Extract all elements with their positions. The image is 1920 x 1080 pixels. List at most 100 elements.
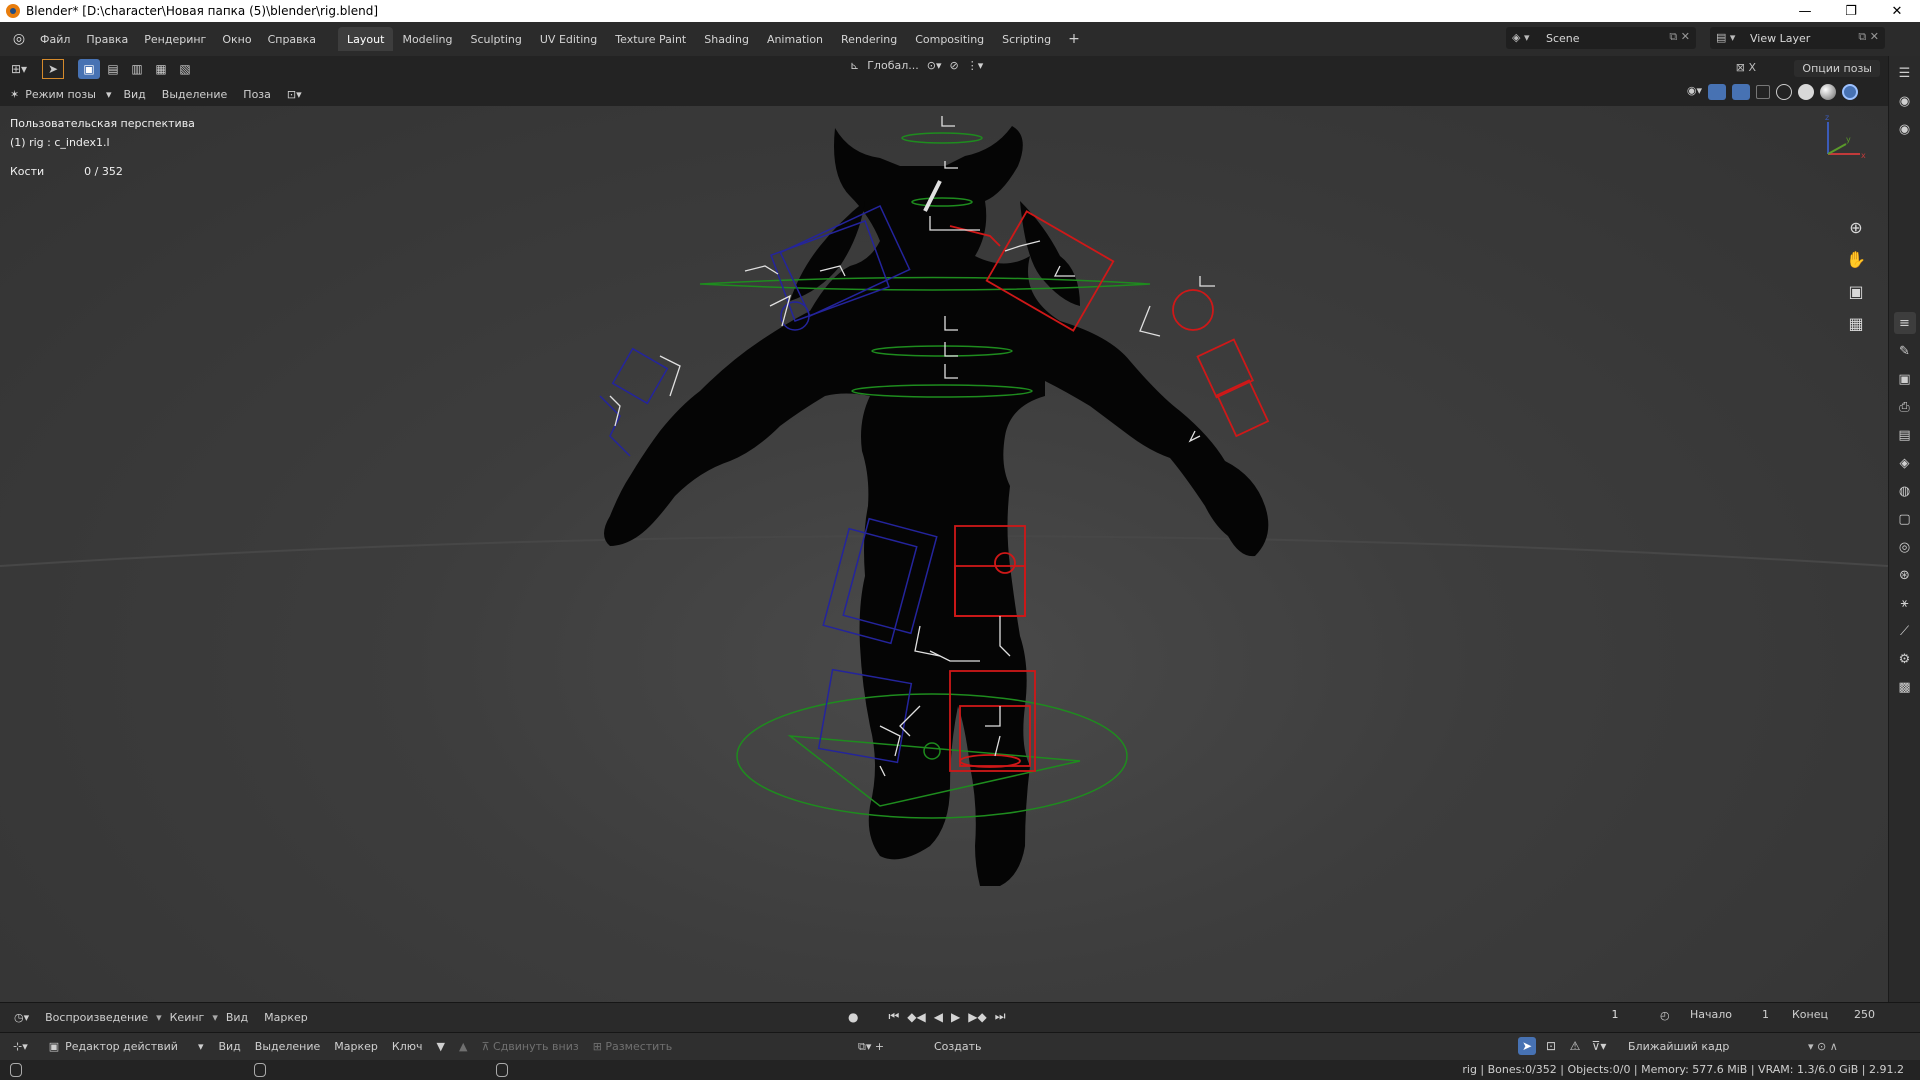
tab-scripting[interactable]: Scripting — [993, 27, 1060, 51]
tab-modeling[interactable]: Modeling — [393, 27, 461, 51]
maximize-button[interactable]: ❐ — [1828, 0, 1874, 22]
snap-icon[interactable]: ⊘ — [945, 59, 962, 72]
menu-help[interactable]: Справка — [260, 28, 324, 50]
play-reverse-icon[interactable]: ◀ — [934, 1010, 943, 1024]
pivot-point-icon[interactable]: ⊙▾ — [923, 59, 946, 72]
gizmo-toggle-icon[interactable] — [1708, 84, 1726, 100]
only-selected-icon[interactable]: ➤ — [1518, 1037, 1536, 1055]
physics-properties-icon[interactable]: ◎ — [1894, 536, 1916, 558]
mirror-x-toggle[interactable]: ⊠ X — [1736, 61, 1756, 74]
properties-header-icon[interactable]: ≡ — [1893, 312, 1916, 334]
ae-marker-menu[interactable]: Маркер — [327, 1040, 385, 1053]
editor-type-icon[interactable]: ⊞▾ — [8, 59, 30, 79]
outliner-filter-icon[interactable]: ☰ — [1894, 62, 1916, 84]
tab-compositing[interactable]: Compositing — [906, 27, 993, 51]
menu-window[interactable]: Окно — [214, 28, 259, 50]
action-type-icon[interactable]: ⧉▾ + — [858, 1040, 884, 1054]
constraints-properties-icon[interactable]: ⊛ — [1894, 564, 1916, 586]
zoom-icon[interactable]: ⊕ — [1844, 216, 1868, 238]
select-mode-invert-icon[interactable]: ▦ — [150, 59, 172, 79]
3d-viewport[interactable]: Пользовательская перспектива (1) rig : c… — [0, 106, 1888, 1002]
tool-properties-icon[interactable]: ✎ — [1894, 340, 1916, 362]
bone-constraints-icon[interactable]: ⚙ — [1894, 648, 1916, 670]
snap-target-icon[interactable]: ⋮▾ — [963, 59, 988, 72]
timeline-marker-menu[interactable]: Маркер — [256, 1011, 316, 1024]
tab-uv-editing[interactable]: UV Editing — [531, 27, 606, 51]
tab-layout[interactable]: Layout — [338, 27, 394, 51]
select-mode-extend-icon[interactable]: ▤ — [102, 59, 124, 79]
camera-icon[interactable]: ▣ — [1844, 280, 1868, 302]
menu-pose[interactable]: Поза — [235, 88, 279, 101]
object-properties-icon[interactable]: ▢ — [1894, 508, 1916, 530]
transform-orientation-dropdown[interactable]: Глобал... — [863, 59, 923, 72]
visibility-icon[interactable]: ◉▾ — [1687, 84, 1702, 100]
ae-select-menu[interactable]: Выделение — [248, 1040, 328, 1053]
output-properties-icon[interactable]: ⎙ — [1894, 396, 1916, 418]
tab-animation[interactable]: Animation — [758, 27, 832, 51]
new-action-button[interactable]: Создать — [934, 1040, 982, 1053]
snap-mode-dropdown[interactable]: Ближайший кадр — [1628, 1040, 1818, 1053]
editor-mode-dropdown[interactable]: ▣ Редактор действий ▾ — [41, 1040, 212, 1053]
scene-selector[interactable]: ◈ ▾ Scene ⧉ ✕ — [1506, 27, 1696, 49]
current-frame-field[interactable]: 1 — [1600, 1008, 1630, 1021]
scene-properties-icon[interactable]: ◈ — [1894, 452, 1916, 474]
xray-toggle-icon[interactable] — [1756, 85, 1770, 99]
navigation-gizmo[interactable]: x y z — [1808, 114, 1868, 174]
keying-menu[interactable]: Кеинг — [162, 1011, 213, 1024]
armature-properties-icon[interactable]: ⚹ — [1894, 592, 1916, 614]
menu-file[interactable]: Файл — [32, 28, 78, 50]
minimize-button[interactable]: — — [1782, 0, 1828, 22]
ae-view-menu[interactable]: Вид — [211, 1040, 247, 1053]
start-frame-field[interactable]: Начало 1 — [1690, 1008, 1769, 1021]
rendered-shading-icon[interactable] — [1842, 84, 1858, 100]
clock-icon[interactable]: ◴ — [1660, 1009, 1670, 1022]
texture-properties-icon[interactable]: ▩ — [1894, 676, 1916, 698]
menu-view[interactable]: Вид — [115, 88, 153, 101]
select-tool-icon[interactable]: ➤ — [42, 59, 64, 79]
jump-start-icon[interactable]: ⏮ — [888, 1009, 899, 1024]
record-icon[interactable]: ● — [848, 1010, 858, 1024]
tab-texture-paint[interactable]: Texture Paint — [606, 27, 695, 51]
solid-shading-icon[interactable] — [1798, 84, 1814, 100]
dopesheet-editor-icon[interactable]: ⊹▾ — [6, 1040, 35, 1053]
overlays-toggle-icon[interactable] — [1732, 84, 1750, 100]
view-layer-actions-icon[interactable]: ⧉ ✕ — [1858, 30, 1879, 44]
show-hidden-icon[interactable]: ⊡ — [1542, 1037, 1560, 1055]
close-button[interactable]: ✕ — [1874, 0, 1920, 22]
filter-icon[interactable]: ⊽▾ — [1590, 1037, 1608, 1055]
ae-key-menu[interactable]: Ключ — [385, 1040, 430, 1053]
tab-shading[interactable]: Shading — [695, 27, 758, 51]
eye-icon-2[interactable]: ◉ — [1894, 118, 1916, 140]
pose-lib-icon[interactable]: ⊡▾ — [279, 88, 310, 101]
scene-actions-icon[interactable]: ⧉ ✕ — [1669, 30, 1690, 44]
tab-sculpting[interactable]: Sculpting — [462, 27, 531, 51]
next-keyframe-icon[interactable]: ▶◆ — [968, 1010, 986, 1024]
tab-rendering[interactable]: Rendering — [832, 27, 906, 51]
jump-end-icon[interactable]: ⏭ — [995, 1009, 1006, 1024]
menu-render[interactable]: Рендеринг — [136, 28, 214, 50]
mode-selector[interactable]: ✶ Режим позы ▾ — [10, 88, 115, 101]
timeline-view-menu[interactable]: Вид — [218, 1011, 256, 1024]
blender-menu-icon[interactable]: ◎ — [6, 26, 32, 52]
prev-keyframe-icon[interactable]: ◆◀ — [907, 1010, 925, 1024]
eye-icon[interactable]: ◉ — [1894, 90, 1916, 112]
pan-hand-icon[interactable]: ✋ — [1844, 248, 1868, 270]
wireframe-shading-icon[interactable] — [1776, 84, 1792, 100]
bone-properties-icon[interactable]: ⟋ — [1894, 620, 1916, 642]
add-workspace-button[interactable]: + — [1060, 31, 1088, 47]
action-browse-icon[interactable]: ▼ — [430, 1040, 452, 1053]
view-layer-selector[interactable]: ▤ ▾ View Layer ⧉ ✕ — [1710, 27, 1885, 49]
menu-edit[interactable]: Правка — [78, 28, 136, 50]
world-properties-icon[interactable]: ◍ — [1894, 480, 1916, 502]
menu-select[interactable]: Выделение — [154, 88, 236, 101]
play-icon[interactable]: ▶ — [951, 1010, 960, 1024]
select-mode-new-icon[interactable]: ▣ — [78, 59, 100, 79]
only-errors-icon[interactable]: ⚠ — [1566, 1037, 1584, 1055]
render-properties-icon[interactable]: ▣ — [1894, 368, 1916, 390]
select-mode-subtract-icon[interactable]: ▥ — [126, 59, 148, 79]
end-frame-field[interactable]: Конец 250 — [1792, 1008, 1875, 1021]
ortho-grid-icon[interactable]: ▦ — [1844, 312, 1868, 334]
playback-menu[interactable]: Воспроизведение — [37, 1011, 156, 1024]
timeline-editor-icon[interactable]: ◷▾ — [6, 1011, 37, 1024]
pose-options-dropdown[interactable]: Опции позы — [1794, 60, 1880, 77]
